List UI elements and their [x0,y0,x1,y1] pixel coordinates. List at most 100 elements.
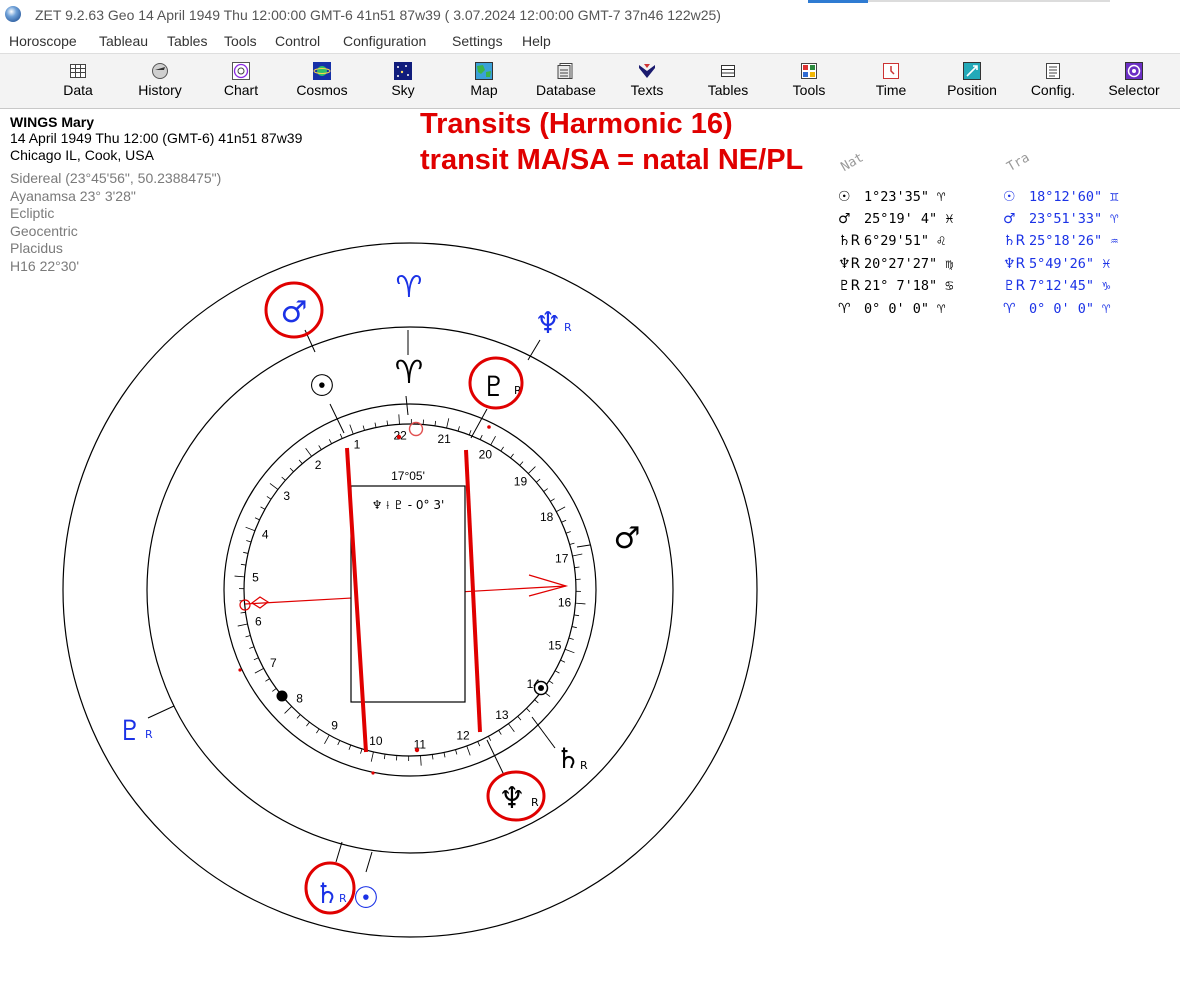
natal-neptune-retro: R [531,796,539,809]
dial-tick [234,575,245,578]
dial-tick [265,678,270,682]
dial-tick [534,699,539,704]
dial-tick [565,531,571,534]
dial-tick [571,626,577,629]
dial-number: 21 [437,432,451,446]
dial-number: 19 [514,474,528,488]
dial-tick [306,721,310,727]
dial-tick [508,723,515,732]
midpoint-aspect-text: ♆ ⟊ ♇ - 0° 3' [372,498,445,512]
dial-tick [360,748,363,754]
dial-number: 4 [262,528,269,542]
dial-number: 15 [548,638,562,652]
natal-aries-point-icon[interactable]: ♈ [395,353,424,391]
natal-mars-icon[interactable]: ♂ [614,521,641,556]
dial-number: 18 [540,510,554,524]
natal-saturn-retro: R [580,759,588,772]
dial-tick [240,611,246,614]
dial-tick [500,446,504,452]
dial-number: 7 [270,656,277,670]
dial-tick [245,526,256,532]
dial-tick [237,623,248,627]
dial-tick [536,478,541,483]
dial-number: 12 [456,729,470,743]
dial-tick [528,466,536,474]
dial-number: 9 [331,718,338,732]
dial-number: 8 [296,692,303,706]
dial-tick [554,670,560,674]
harmonic-chart-wheel[interactable]: 12345678910111213141516171819202122 17°0… [0,0,1180,1001]
dial-tick [466,745,471,756]
dial-tick [253,657,259,661]
dial-tick [510,453,514,459]
midpoint-degree: 17°05' [391,469,425,483]
dial-tick [568,637,574,640]
dial-tick [443,752,446,758]
dial-tick [339,433,343,439]
dial-tick [517,716,522,721]
dial-tick [477,741,481,747]
dial-tick [575,602,586,605]
dial-tick [324,734,330,744]
dial-tick [298,459,303,464]
transit-aries-point-icon[interactable]: ♈ [396,270,423,305]
dial-number: 20 [479,448,493,462]
dial-tick [272,688,277,692]
dial-tick [398,414,400,425]
dial-tick [574,566,580,569]
dial-tick [574,614,580,617]
dial-tick [488,736,492,741]
dial-tick [348,744,352,750]
dial-tick [569,542,575,545]
dial-tick [254,668,264,674]
dial-tick [289,467,294,472]
dial-tick [284,706,292,714]
dial-tick [362,425,365,431]
dial-tick [572,553,583,557]
dial-tick [455,749,458,755]
transit-saturn-icon[interactable]: ♄ [314,877,339,910]
dial-tick [498,730,502,735]
dial-tick [543,488,548,492]
dial-tick [561,519,567,523]
transit-sun-icon[interactable]: ☉ [353,881,380,916]
dial-number: 10 [369,734,383,748]
dial-tick [240,563,246,566]
dial-tick [260,506,266,510]
dial-tick [519,461,524,466]
dial-tick [266,496,272,500]
dial-tick [383,754,386,760]
natal-saturn-icon[interactable]: ♄ [555,742,580,775]
dial-number: 5 [252,571,259,585]
dial-tick [556,506,566,512]
dial-tick [349,424,354,435]
dial-number: 2 [315,458,322,472]
dial-tick [246,540,252,543]
dial-tick [490,436,496,446]
dial-tick [296,714,301,719]
dial-number: 17 [555,551,569,565]
dial-tick [446,418,450,429]
dial-tick [337,740,341,746]
natal-pluto-icon[interactable]: ♇ [481,370,506,403]
dial-tick [249,646,255,649]
natal-neptune-icon[interactable]: ♆ [499,781,526,816]
dial-tick [254,517,260,521]
transit-pluto-retro: R [145,728,153,741]
transit-mars-icon[interactable]: ♂ [281,295,308,330]
natal-sun-icon[interactable]: ☉ [309,369,336,404]
dial-tick [468,430,472,436]
transit-pluto-icon[interactable]: ♇ [117,714,142,747]
dial-tick [457,426,460,432]
dial-number: 3 [283,489,290,503]
dial-tick [479,434,483,440]
dial-tick [548,680,554,684]
transit-saturn-retro: R [339,892,347,905]
dial-tick [281,476,286,481]
transit-neptune-icon[interactable]: ♆ [535,306,562,341]
dial-tick [564,648,575,654]
dial-tick [374,422,377,428]
dial-tick [316,728,320,734]
transit-neptune-retro: R [564,321,572,334]
dial-number: 1 [354,437,361,451]
